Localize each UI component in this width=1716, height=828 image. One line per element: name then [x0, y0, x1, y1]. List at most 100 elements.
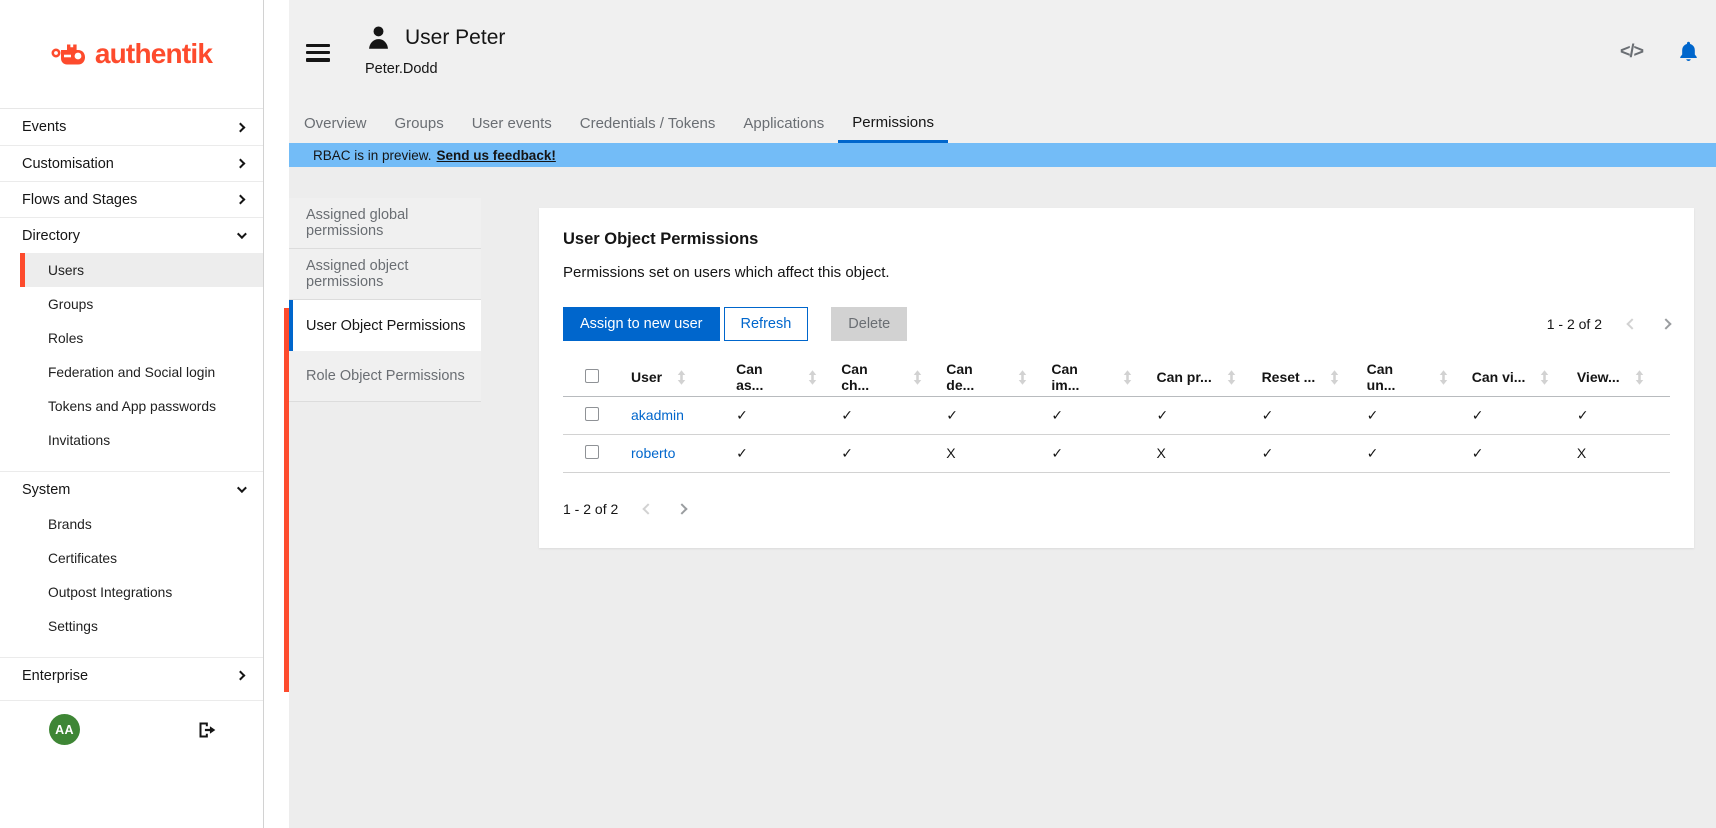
- sidebar-section-events[interactable]: Events: [0, 109, 263, 145]
- rbac-preview-banner: RBAC is in preview. Send us feedback!: [289, 143, 1716, 167]
- table-row: roberto✓✓X✓X✓✓✓X: [563, 434, 1670, 472]
- column-label: User: [631, 369, 662, 385]
- permission-cell: ✓: [934, 396, 1039, 434]
- sidebar-item-brands[interactable]: Brands: [20, 507, 263, 541]
- tab-overview[interactable]: Overview: [290, 104, 381, 143]
- sort-icon[interactable]: [1018, 370, 1027, 385]
- column-header-can-im: Can im...: [1039, 359, 1144, 396]
- sidebar-item-outpost-integrations[interactable]: Outpost Integrations: [20, 575, 263, 609]
- hamburger-menu-icon[interactable]: [306, 44, 331, 62]
- avatar[interactable]: AA: [49, 714, 80, 745]
- row-checkbox[interactable]: [585, 407, 599, 421]
- permission-cell: ✓: [1355, 396, 1460, 434]
- sort-icon[interactable]: [1635, 370, 1644, 385]
- sidebar-section-flows-and-stages[interactable]: Flows and Stages: [0, 181, 263, 217]
- permission-cell: ✓: [1355, 434, 1460, 472]
- permission-cell: X: [1144, 434, 1249, 472]
- permission-value: ✓: [946, 407, 958, 423]
- chevron-down-icon: [237, 483, 247, 493]
- permission-cell: ✓: [1460, 396, 1565, 434]
- subtab-assigned-global-permissions[interactable]: Assigned global permissions: [289, 198, 481, 249]
- sort-icon[interactable]: [808, 370, 817, 385]
- chevron-down-icon: [237, 229, 247, 239]
- tab-user-events[interactable]: User events: [458, 104, 566, 143]
- sidebar-footer: AA: [0, 700, 263, 758]
- subtab-label: Assigned object permissions: [306, 258, 481, 290]
- column-header-can-as: Can as...: [724, 359, 829, 396]
- notifications-bell-icon[interactable]: [1677, 40, 1700, 63]
- sidebar: authentik EventsCustomisationFlows and S…: [0, 0, 264, 828]
- column-header-inner: Reset ...: [1262, 369, 1343, 385]
- user-object-permissions-card: User Object Permissions Permissions set …: [539, 208, 1694, 548]
- sort-icon[interactable]: [913, 370, 922, 385]
- feedback-link[interactable]: Send us feedback!: [437, 148, 556, 163]
- permission-value: ✓: [1156, 407, 1168, 423]
- permission-subtabs: Assigned global permissions Assigned obje…: [289, 198, 481, 402]
- sidebar-item-federation-and-social-login[interactable]: Federation and Social login: [20, 355, 263, 389]
- permission-value: ✓: [1051, 407, 1063, 423]
- page-title: User Peter: [405, 26, 505, 50]
- sidebar-section-directory[interactable]: Directory: [0, 217, 263, 253]
- permission-value: ✓: [1472, 407, 1484, 423]
- table-row: akadmin✓✓✓✓✓✓✓✓✓: [563, 396, 1670, 434]
- sort-icon[interactable]: [1439, 370, 1448, 385]
- sidebar-item-label: Certificates: [48, 551, 117, 566]
- pagination-top: 1 - 2 of 2: [1547, 316, 1670, 332]
- pagination-next-icon[interactable]: [677, 503, 688, 514]
- user-link[interactable]: akadmin: [631, 407, 684, 423]
- sidebar-item-label: Invitations: [48, 433, 110, 448]
- sidebar-item-invitations[interactable]: Invitations: [20, 423, 263, 457]
- tab-permissions[interactable]: Permissions: [838, 104, 948, 143]
- sidebar-section-system[interactable]: System: [0, 471, 263, 507]
- api-code-icon[interactable]: </>: [1620, 41, 1643, 62]
- subtab-user-object-permissions[interactable]: User Object Permissions: [289, 300, 481, 351]
- sidebar-item-certificates[interactable]: Certificates: [20, 541, 263, 575]
- tab-groups[interactable]: Groups: [381, 104, 458, 143]
- sidebar-item-tokens-and-app-passwords[interactable]: Tokens and App passwords: [20, 389, 263, 423]
- column-header-can-ch: Can ch...: [829, 359, 934, 396]
- sidebar-item-label: Outpost Integrations: [48, 585, 172, 600]
- table-header-row: User Can as...Can ch... Can de... Can im...…: [563, 359, 1670, 396]
- subtab-role-object-permissions[interactable]: Role Object Permissions: [289, 351, 481, 402]
- sort-icon[interactable]: [1330, 370, 1339, 385]
- sidebar-item-settings[interactable]: Settings: [20, 609, 263, 643]
- content-body: Assigned global permissions Assigned obje…: [289, 167, 1716, 828]
- pagination-prev-icon[interactable]: [643, 503, 654, 514]
- sidebar-item-groups[interactable]: Groups: [20, 287, 263, 321]
- select-all-column: [563, 359, 619, 396]
- permission-cell: ✓: [724, 434, 829, 472]
- sidebar-item-roles[interactable]: Roles: [20, 321, 263, 355]
- select-all-checkbox[interactable]: [585, 369, 599, 383]
- column-header-inner: Can im...: [1051, 361, 1132, 393]
- user-link[interactable]: roberto: [631, 445, 675, 461]
- subtab-assigned-object-permissions[interactable]: Assigned object permissions: [289, 249, 481, 300]
- sidebar-item-users[interactable]: Users: [20, 253, 263, 287]
- column-label: Can de...: [946, 361, 1003, 393]
- sort-icon[interactable]: [1123, 370, 1132, 385]
- sort-icon[interactable]: [677, 370, 686, 385]
- sort-icon[interactable]: [1540, 370, 1549, 385]
- column-label: Can pr...: [1156, 369, 1211, 385]
- tab-credentials-tokens[interactable]: Credentials / Tokens: [566, 104, 730, 143]
- permission-value: ✓: [736, 445, 748, 461]
- card-description: Permissions set on users which affect th…: [563, 264, 1670, 281]
- tab-applications[interactable]: Applications: [729, 104, 838, 143]
- pagination-prev-icon[interactable]: [1626, 318, 1637, 329]
- permission-cell: ✓: [1565, 396, 1670, 434]
- permission-value: ✓: [841, 445, 853, 461]
- logout-icon[interactable]: [197, 720, 217, 740]
- permission-cell: ✓: [1250, 396, 1355, 434]
- refresh-button[interactable]: Refresh: [724, 307, 809, 341]
- pagination-bottom: 1 - 2 of 2: [563, 501, 1670, 517]
- permission-value: ✓: [841, 407, 853, 423]
- sidebar-section-customisation[interactable]: Customisation: [0, 145, 263, 181]
- sidebar-section-enterprise[interactable]: Enterprise: [0, 657, 263, 693]
- chevron-right-icon: [236, 671, 246, 681]
- assign-to-new-user-button[interactable]: Assign to new user: [563, 307, 720, 341]
- sort-icon[interactable]: [1227, 370, 1236, 385]
- delete-button[interactable]: Delete: [831, 307, 907, 341]
- row-checkbox[interactable]: [585, 445, 599, 459]
- nav-group-divider: [0, 457, 263, 471]
- permission-value: X: [946, 445, 955, 461]
- pagination-next-icon[interactable]: [1660, 318, 1671, 329]
